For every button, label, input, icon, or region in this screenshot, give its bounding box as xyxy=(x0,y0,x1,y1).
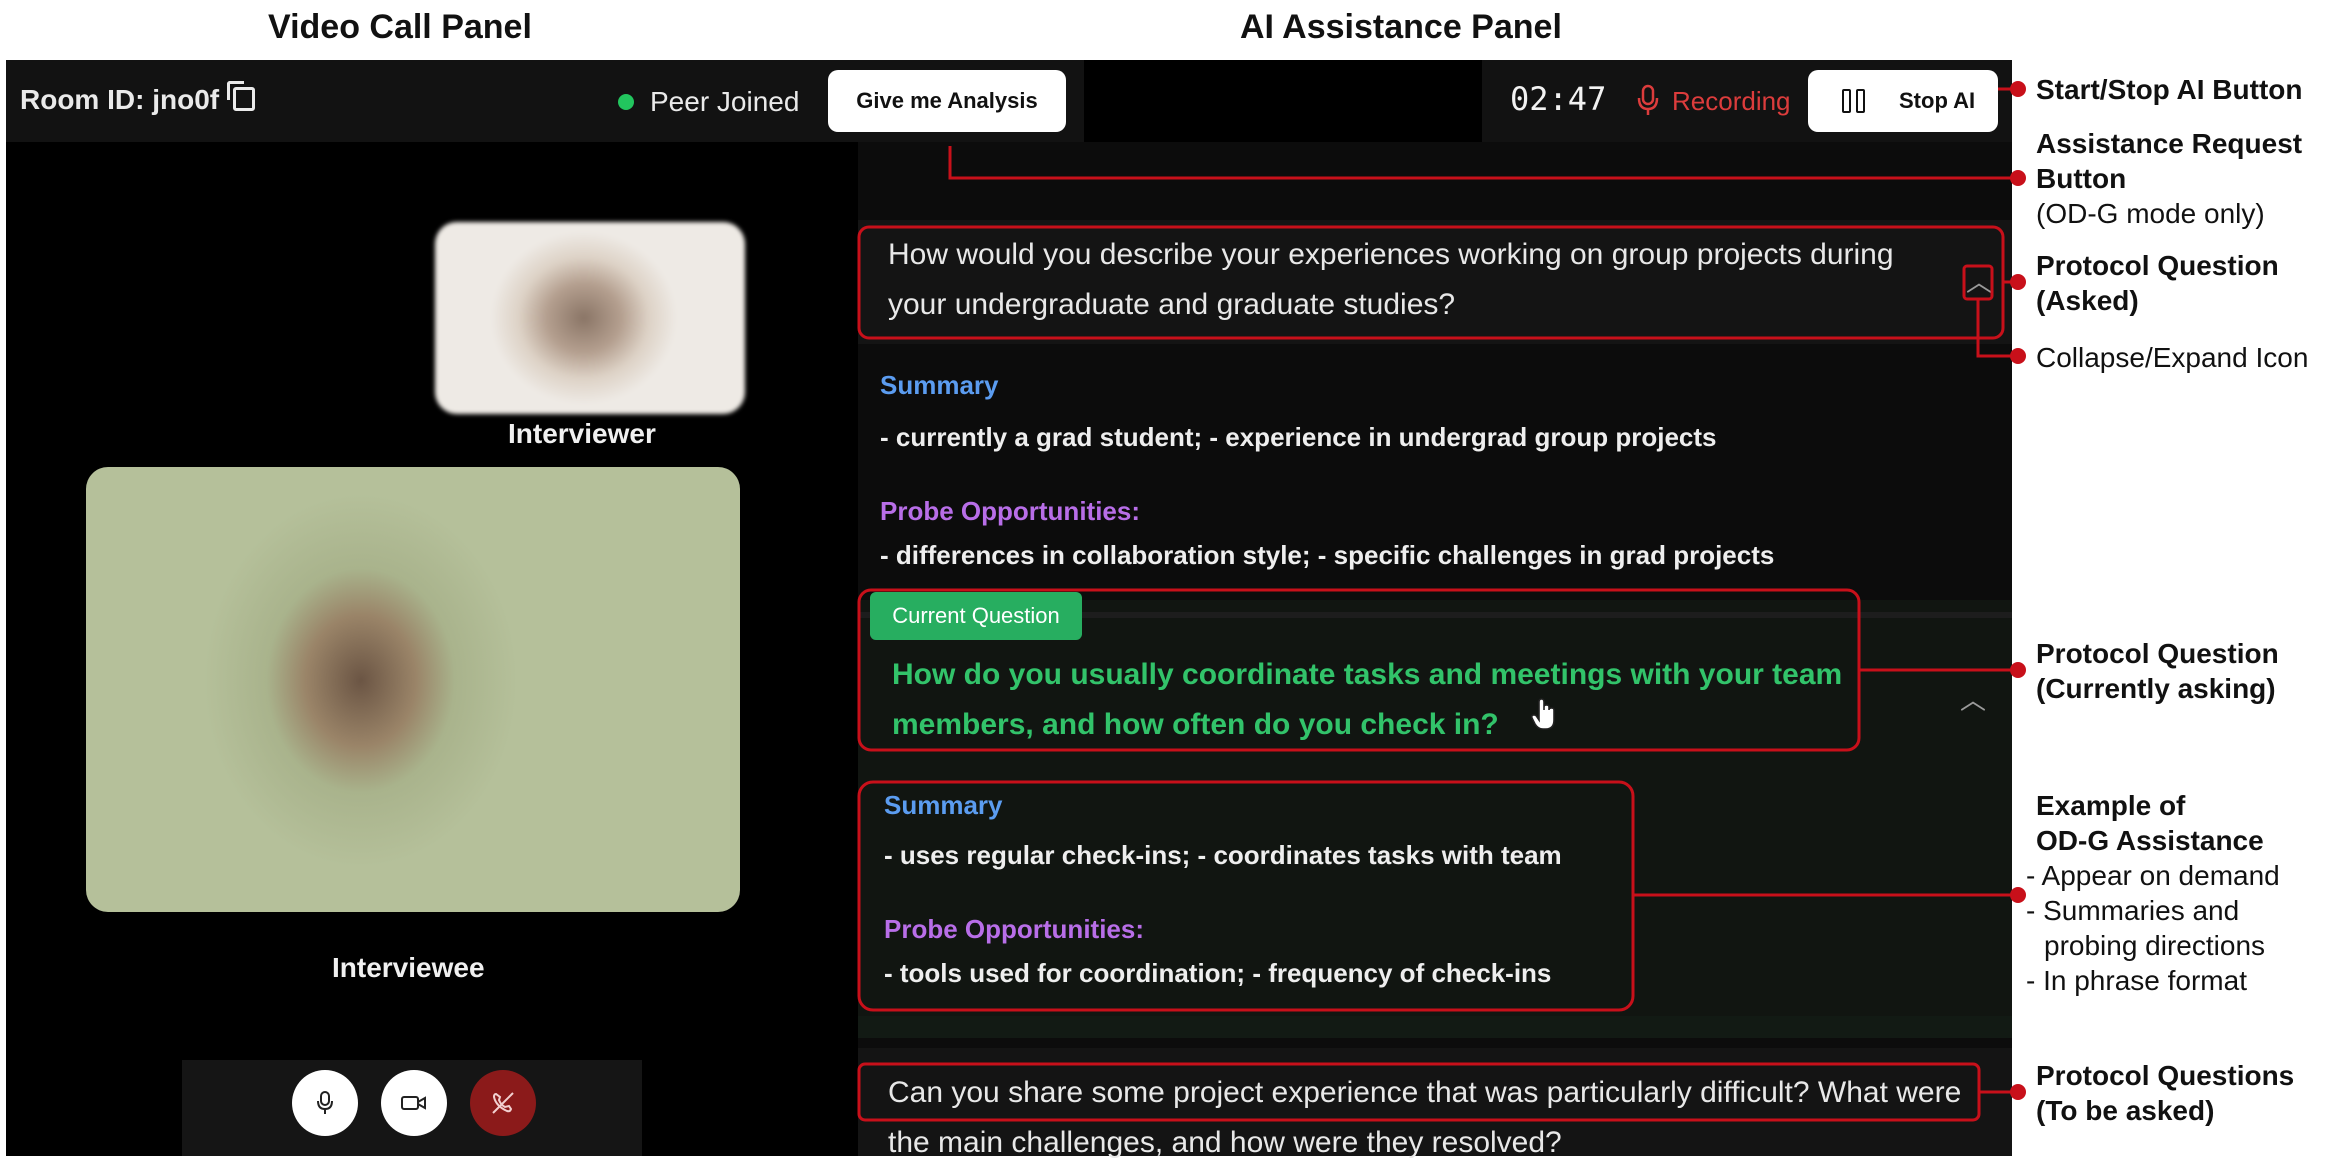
annotation-protocol-tobe: Protocol Questions (To be asked) xyxy=(2036,1058,2294,1128)
annotation-example-line3: - Appear on demand xyxy=(2026,860,2280,891)
annotation-assistance-request: Assistance Request Button (OD-G mode onl… xyxy=(2036,126,2302,231)
annotation-asked-line1: Protocol Question xyxy=(2036,250,2279,281)
q1-annotation-box xyxy=(857,225,2005,340)
annotation-protocol-asked: Protocol Question (Asked) xyxy=(2036,248,2279,318)
annotation-current-line2: (Currently asking) xyxy=(2036,673,2276,704)
annotation-assist-line2: Button xyxy=(2036,163,2127,194)
chevron-annotation-box xyxy=(1962,264,1994,301)
annotation-assist-line3: (OD-G mode only) xyxy=(2036,198,2265,229)
annotation-assist-line1: Assistance Request xyxy=(2036,128,2303,159)
annotation-asked-line2: (Asked) xyxy=(2036,285,2139,316)
annotation-example: Example of OD-G Assistance - Appear on d… xyxy=(2026,788,2280,998)
annotation-tobe-line1: Protocol Questions xyxy=(2036,1060,2295,1091)
annotation-current-line1: Protocol Question xyxy=(2036,638,2279,669)
annotation-example-line6: - In phrase format xyxy=(2026,965,2247,996)
annotation-example-line1: Example of xyxy=(2036,790,2186,821)
q2-annotation-box xyxy=(857,588,1861,752)
annotation-collapse: Collapse/Expand Icon xyxy=(2036,342,2309,373)
annotation-protocol-current: Protocol Question (Currently asking) xyxy=(2036,636,2279,706)
annotation-example-line5: probing directions xyxy=(2044,930,2266,961)
q3-annotation-box xyxy=(857,1062,1981,1122)
annotation-overlay xyxy=(857,81,2026,1122)
annotation-example-line4: - Summaries and xyxy=(2026,895,2240,926)
annotation-start-stop: Start/Stop AI Button xyxy=(2036,74,2303,105)
assistance-annotation-box xyxy=(857,780,1635,1012)
annotation-tobe-line2: (To be asked) xyxy=(2036,1095,2215,1126)
annotation-example-line2: OD-G Assistance xyxy=(2036,825,2264,856)
